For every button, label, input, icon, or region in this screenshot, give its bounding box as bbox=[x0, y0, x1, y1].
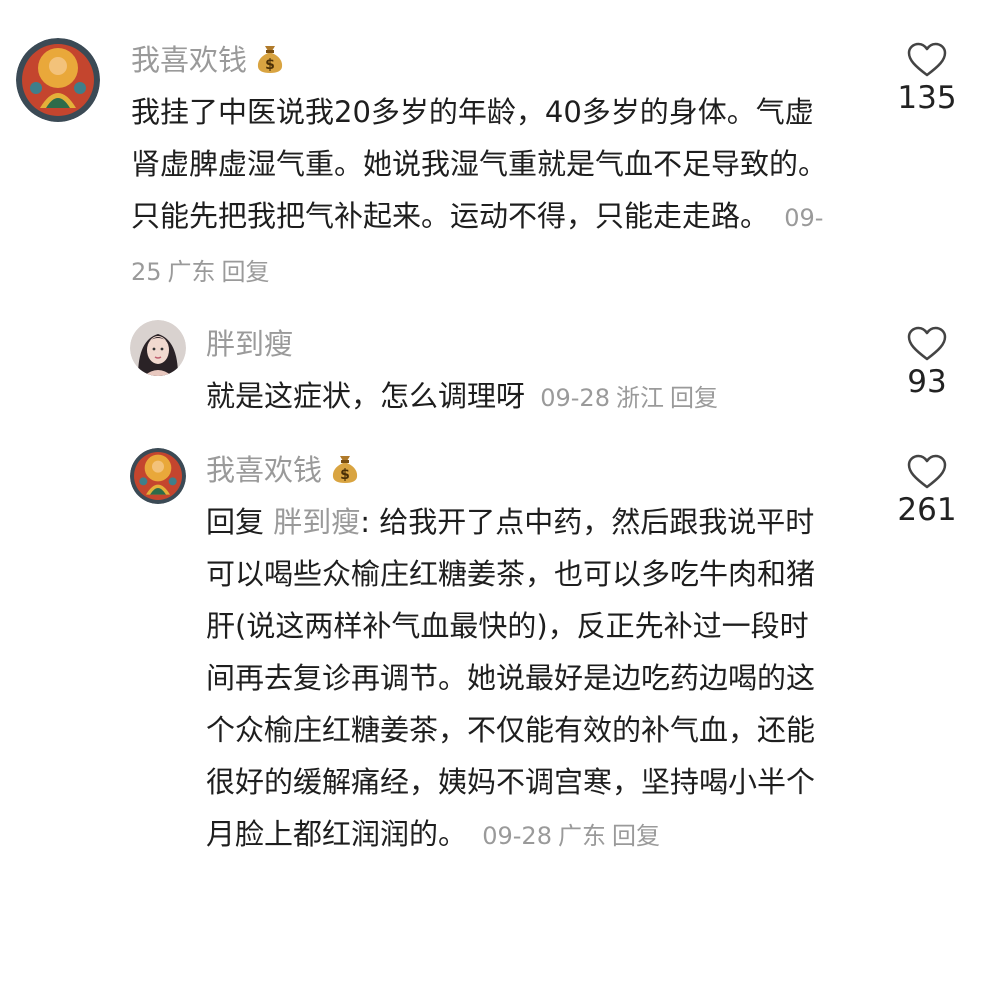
like-button[interactable]: 261 bbox=[882, 454, 972, 528]
comment-text-block: 我挂了中医说我20多岁的年龄，40多岁的身体。气虚肾虚脾虚湿气重。她说我湿气重就… bbox=[131, 86, 841, 298]
reply-item: 我喜欢钱 $ 回复 胖到瘦: 给我开了点中药，然后跟我说平时可以喝些众榆庄红糖姜茶… bbox=[0, 440, 988, 940]
comment-date: 09-28 bbox=[482, 822, 552, 850]
comment-location: 广东 bbox=[167, 258, 216, 286]
heart-outline-icon bbox=[907, 454, 947, 489]
comment-date: 09-28 bbox=[540, 384, 610, 412]
svg-text:$: $ bbox=[340, 467, 350, 483]
comment-location: 广东 bbox=[557, 822, 606, 850]
avatar[interactable] bbox=[130, 448, 186, 504]
reply-button[interactable]: 回复 bbox=[670, 384, 718, 412]
username-text[interactable]: 我喜欢钱 bbox=[206, 453, 322, 487]
money-bag-icon: $ bbox=[257, 46, 283, 73]
like-button[interactable]: 93 bbox=[882, 326, 972, 400]
comment-meta: 09-28 浙江 回复 bbox=[540, 384, 724, 412]
comment-text-block: 就是这症状，怎么调理呀 09-28 浙江 回复 bbox=[206, 370, 846, 424]
like-count: 261 bbox=[897, 492, 957, 528]
like-button[interactable]: 135 bbox=[882, 42, 972, 116]
svg-text:$: $ bbox=[265, 57, 275, 73]
comment-username[interactable]: 我喜欢钱 $ bbox=[131, 40, 285, 80]
heart-outline-icon bbox=[907, 326, 947, 361]
comment-text: : 给我开了点中药，然后跟我说平时可以喝些众榆庄红糖姜茶，也可以多吃牛肉和猪肝(… bbox=[206, 505, 816, 851]
reply-button[interactable]: 回复 bbox=[612, 822, 660, 850]
avatar[interactable] bbox=[130, 320, 186, 376]
username-text[interactable]: 我喜欢钱 bbox=[131, 43, 247, 77]
comment-item: 我喜欢钱 $ 我挂了中医说我20多岁的年龄，40多岁的身体。气虚肾虚脾虚湿气重。她… bbox=[0, 0, 988, 300]
reply-item: 胖到瘦 就是这症状，怎么调理呀 09-28 浙江 回复 93 bbox=[0, 300, 988, 440]
comment-meta: 09-28 广东 回复 bbox=[482, 822, 666, 850]
comment-username[interactable]: 胖到瘦 bbox=[206, 324, 293, 364]
comment-text: 我挂了中医说我20多岁的年龄，40多岁的身体。气虚肾虚脾虚湿气重。她说我湿气重就… bbox=[131, 95, 828, 233]
like-count: 135 bbox=[897, 80, 957, 116]
reply-prefix: 回复 bbox=[206, 505, 265, 539]
comment-username[interactable]: 我喜欢钱 $ bbox=[206, 450, 360, 490]
avatar[interactable] bbox=[16, 38, 100, 122]
comment-text-block: 回复 胖到瘦: 给我开了点中药，然后跟我说平时可以喝些众榆庄红糖姜茶，也可以多吃… bbox=[206, 496, 826, 862]
like-count: 93 bbox=[907, 364, 947, 400]
money-bag-icon: $ bbox=[332, 456, 358, 483]
comment-location: 浙江 bbox=[615, 384, 664, 412]
reply-mention[interactable]: 胖到瘦 bbox=[273, 505, 360, 539]
heart-outline-icon bbox=[907, 42, 947, 77]
reply-button[interactable]: 回复 bbox=[222, 258, 270, 286]
comment-text: 就是这症状，怎么调理呀 bbox=[206, 379, 526, 413]
